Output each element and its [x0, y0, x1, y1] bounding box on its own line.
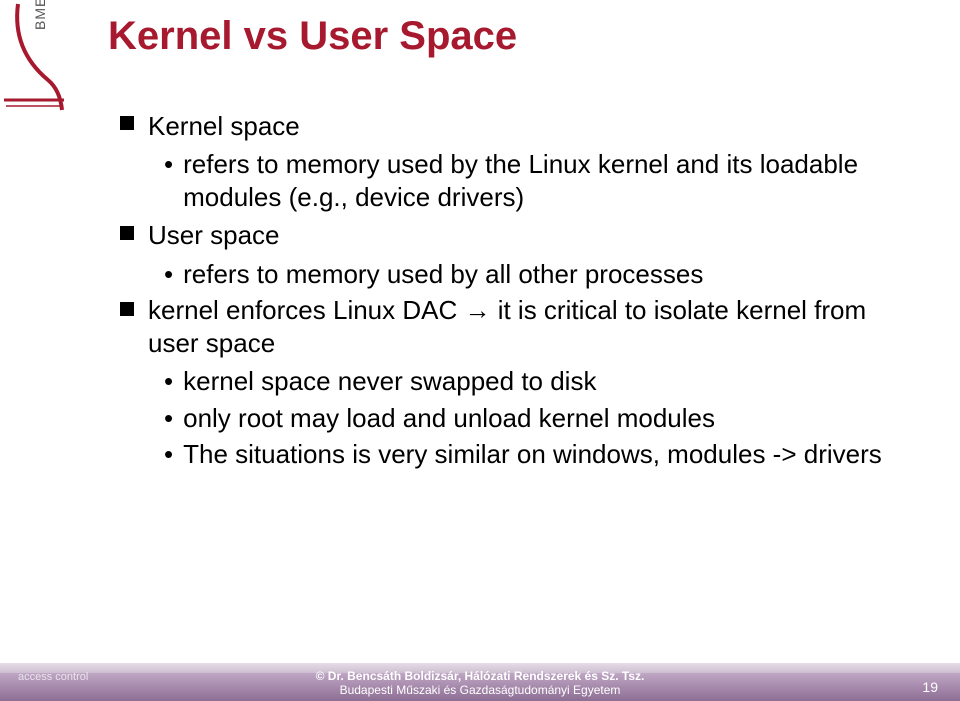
bullet-label: Kernel space: [148, 111, 300, 141]
sub-bullet: • refers to memory used by the Linux kern…: [164, 148, 900, 213]
bullet-label: User space: [148, 220, 280, 250]
footer: access control © Dr. Bencsáth Boldizsár,…: [0, 657, 960, 701]
slide: BME Kernel vs User Space Kernel space • r…: [0, 0, 960, 701]
text-fragment: kernel enforces Linux DAC: [148, 295, 464, 325]
sub-bullet: • The situations is very similar on windo…: [164, 438, 900, 471]
dot-bullet-icon: •: [164, 365, 173, 398]
bullet-text: refers to memory used by all other proce…: [183, 258, 703, 291]
slide-title: Kernel vs User Space: [108, 14, 517, 59]
slide-content: Kernel space • refers to memory used by t…: [120, 108, 900, 475]
bullet-text: refers to memory used by the Linux kerne…: [183, 148, 883, 213]
bullet-kernel-enforces: kernel enforces Linux DAC → it is critic…: [120, 294, 900, 359]
arrow-icon: →: [464, 295, 490, 325]
bullet-text: kernel enforces Linux DAC → it is critic…: [148, 294, 888, 359]
sub-bullet: • only root may load and unload kernel mo…: [164, 402, 900, 435]
dot-bullet-icon: •: [164, 258, 173, 291]
footer-copyright: © Dr. Bencsáth Boldizsár, Hálózati Rends…: [0, 670, 960, 684]
bullet-text: The situations is very similar on window…: [183, 438, 882, 471]
square-bullet-icon: [120, 226, 134, 240]
bme-label: BME: [32, 0, 48, 30]
bullet-user-space: User space: [120, 217, 900, 251]
sub-bullet: • kernel space never swapped to disk: [164, 365, 900, 398]
bullet-text: kernel space never swapped to disk: [183, 365, 596, 398]
dot-bullet-icon: •: [164, 148, 173, 181]
dot-bullet-icon: •: [164, 438, 173, 471]
footer-institution: Budapesti Műszaki és Gazdaságtudományi E…: [0, 684, 960, 698]
dot-bullet-icon: •: [164, 402, 173, 435]
square-bullet-icon: [120, 116, 134, 130]
bullet-kernel-space: Kernel space: [120, 108, 900, 142]
sub-bullet: • refers to memory used by all other proc…: [164, 258, 900, 291]
bullet-text: only root may load and unload kernel mod…: [183, 402, 715, 435]
footer-center: © Dr. Bencsáth Boldizsár, Hálózati Rends…: [0, 670, 960, 698]
page-number: 19: [922, 679, 938, 695]
square-bullet-icon: [120, 302, 134, 316]
logo-strip: BME: [0, 0, 68, 701]
